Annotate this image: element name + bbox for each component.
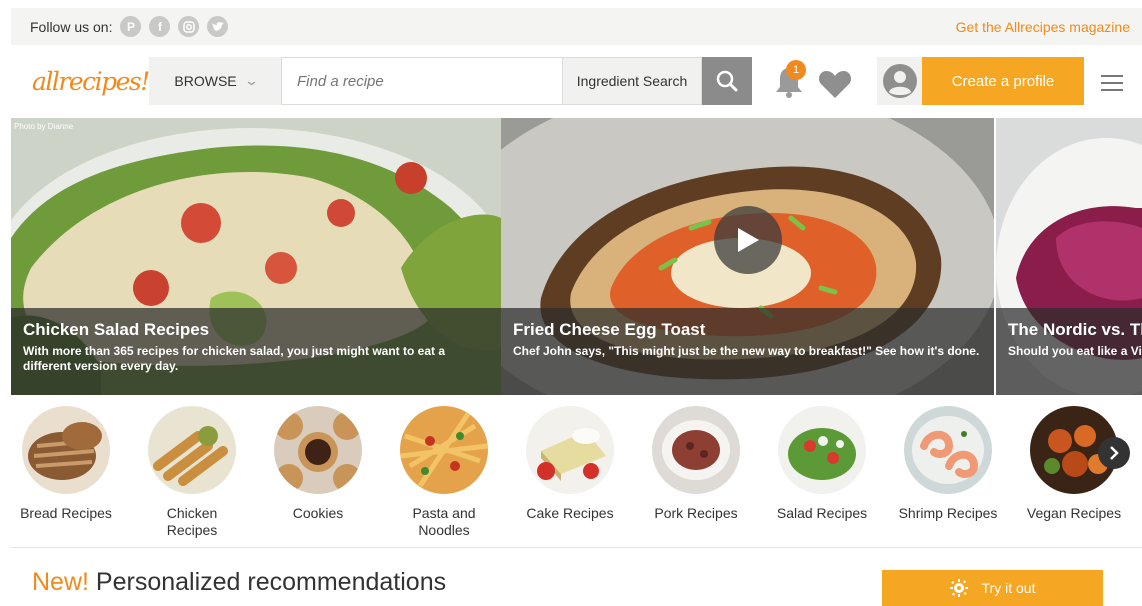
recommendations-heading: New! Personalized recommendations xyxy=(32,568,446,597)
pinterest-icon[interactable]: P xyxy=(120,16,142,37)
search-icon xyxy=(716,70,738,92)
search-button[interactable] xyxy=(702,57,752,105)
category-label: Pasta and Noodles xyxy=(412,505,476,538)
recommendations-title: Personalized recommendations xyxy=(95,568,447,596)
photo-credit: Photo by Dianne xyxy=(14,122,74,131)
category-pork[interactable]: Pork Recipes xyxy=(641,406,751,522)
facebook-icon[interactable]: f xyxy=(149,16,171,37)
search-input[interactable] xyxy=(281,57,563,105)
avatar[interactable] xyxy=(877,57,923,105)
hero-slide-egg-toast[interactable]: Fried Cheese Egg Toast Chef John says, "… xyxy=(501,118,994,395)
salad-photo xyxy=(778,406,866,494)
header: allrecipes! BROWSE ⌄ Ingredient Search 1… xyxy=(11,45,1142,117)
category-cookies[interactable]: Cookies xyxy=(263,406,373,522)
slide-description: With more than 365 recipes for chicken s… xyxy=(23,344,445,373)
category-label: Pork Recipes xyxy=(654,505,738,521)
allrecipes-logo[interactable]: allrecipes! xyxy=(32,67,150,96)
try-it-out-button[interactable]: Try it out xyxy=(882,570,1103,606)
cake-photo xyxy=(526,406,614,494)
chevron-right-icon xyxy=(1110,446,1119,460)
category-label: Cake Recipes xyxy=(526,505,614,521)
category-pasta[interactable]: Pasta and Noodles xyxy=(389,406,499,539)
play-icon xyxy=(738,228,759,252)
hero-slide-nordic[interactable]: The Nordic vs. The Should you eat like a… xyxy=(996,118,1142,395)
next-arrow-button[interactable] xyxy=(1098,437,1130,469)
follow-bar: Follow us on: P f Get the Allrecipes mag… xyxy=(11,8,1142,45)
chevron-down-icon: ⌄ xyxy=(243,73,259,88)
slide-description: Chef John says, "This might just be the … xyxy=(513,344,980,358)
play-video-button[interactable] xyxy=(714,206,782,274)
category-label: Vegan Recipes xyxy=(1026,505,1122,521)
gear-icon xyxy=(949,579,968,597)
category-chicken[interactable]: Chicken Recipes xyxy=(137,406,247,539)
new-label: New! xyxy=(32,568,89,596)
category-label: Shrimp Recipes xyxy=(898,505,998,521)
hero-carousel: Photo by Dianne Chicken Salad Recipes Wi… xyxy=(11,118,1142,395)
instagram-icon[interactable] xyxy=(178,16,200,37)
ingredient-search-button[interactable]: Ingredient Search xyxy=(563,57,702,105)
notification-badge: 1 xyxy=(786,60,806,80)
pork-photo xyxy=(652,406,740,494)
slide-title: Fried Cheese Egg Toast xyxy=(513,320,706,339)
slide-caption: The Nordic vs. The Should you eat like a… xyxy=(996,308,1142,395)
cookies-photo xyxy=(274,406,362,494)
chicken-photo xyxy=(148,406,236,494)
create-profile-button[interactable]: Create a profile xyxy=(922,57,1084,105)
twitter-icon[interactable] xyxy=(207,16,229,37)
category-row: Bread Recipes Chicken Recipes Cookies Pa… xyxy=(11,400,1142,548)
hamburger-menu-icon[interactable] xyxy=(1101,75,1123,91)
slide-title: The Nordic vs. The xyxy=(1008,320,1142,339)
pasta-photo xyxy=(400,406,488,494)
category-label: Chicken Recipes xyxy=(166,505,218,538)
logo-mark-icon: ! xyxy=(140,66,150,96)
category-cake[interactable]: Cake Recipes xyxy=(515,406,625,522)
category-label: Salad Recipes xyxy=(776,505,868,521)
slide-caption: Fried Cheese Egg Toast Chef John says, "… xyxy=(501,308,994,395)
category-shrimp[interactable]: Shrimp Recipes xyxy=(893,406,1003,522)
logo-text: allrecipes xyxy=(32,66,142,96)
browse-button[interactable]: BROWSE ⌄ xyxy=(149,57,282,105)
try-it-out-label: Try it out xyxy=(981,580,1036,596)
bread-photo xyxy=(22,406,110,494)
shrimp-photo xyxy=(904,406,992,494)
magazine-link[interactable]: Get the Allrecipes magazine xyxy=(956,19,1130,35)
category-bread[interactable]: Bread Recipes xyxy=(11,406,121,522)
heart-icon[interactable] xyxy=(818,69,852,99)
category-salad[interactable]: Salad Recipes xyxy=(767,406,877,522)
slide-description: Should you eat like a Vi xyxy=(1008,344,1142,358)
follow-label: Follow us on: xyxy=(30,18,113,35)
category-label: Cookies xyxy=(292,505,344,521)
user-icon xyxy=(883,64,917,98)
category-label: Bread Recipes xyxy=(20,505,112,521)
browse-label: BROWSE xyxy=(174,73,237,89)
hero-slide-chicken-salad[interactable]: Photo by Dianne Chicken Salad Recipes Wi… xyxy=(11,118,501,395)
page: Follow us on: P f Get the Allrecipes mag… xyxy=(0,0,1142,606)
slide-caption: Chicken Salad Recipes With more than 365… xyxy=(11,308,501,395)
slide-title: Chicken Salad Recipes xyxy=(23,320,210,339)
